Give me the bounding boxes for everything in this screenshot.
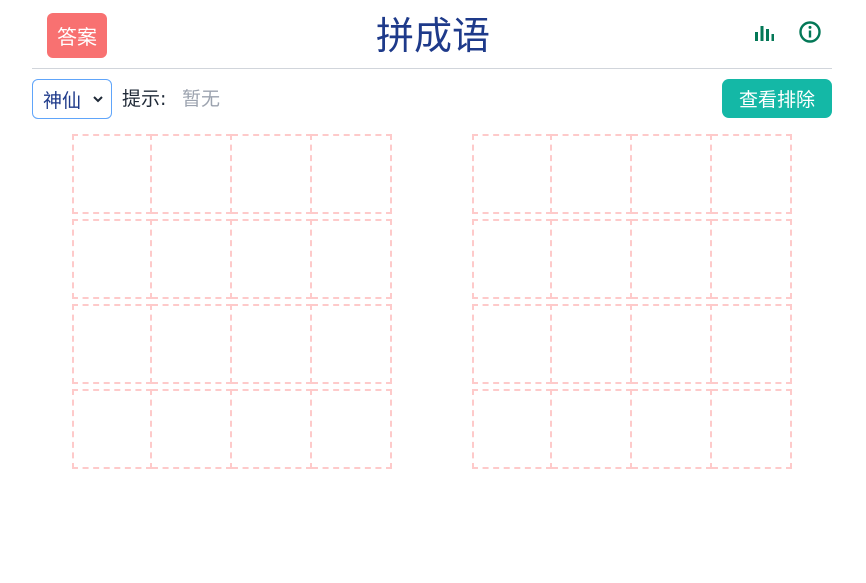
grid-row xyxy=(472,389,792,469)
grid-cell[interactable] xyxy=(552,304,632,384)
grid-cell[interactable] xyxy=(632,134,712,214)
grid-cell[interactable] xyxy=(72,134,152,214)
idiom-grid-left xyxy=(72,134,392,474)
grid-row xyxy=(72,219,392,299)
grid-cell[interactable] xyxy=(472,389,552,469)
grid-cell[interactable] xyxy=(472,304,552,384)
grid-cell[interactable] xyxy=(472,134,552,214)
grid-cell[interactable] xyxy=(712,304,792,384)
hint-value: 暂无 xyxy=(182,88,221,110)
grid-cell[interactable] xyxy=(312,219,392,299)
grid-row xyxy=(472,219,792,299)
grid-cell[interactable] xyxy=(232,389,312,469)
mode-select-value: 神仙 xyxy=(43,89,82,112)
grid-cell[interactable] xyxy=(712,219,792,299)
grid-cell[interactable] xyxy=(152,219,232,299)
grid-row xyxy=(472,134,792,214)
grid-cell[interactable] xyxy=(552,219,632,299)
idiom-grid-right xyxy=(472,134,792,474)
grid-cell[interactable] xyxy=(552,134,632,214)
grid-cell[interactable] xyxy=(712,134,792,214)
grid-cell[interactable] xyxy=(632,219,712,299)
mode-select[interactable]: 神仙 xyxy=(32,79,112,119)
grid-cell[interactable] xyxy=(472,219,552,299)
grid-cell[interactable] xyxy=(232,304,312,384)
grid-cell[interactable] xyxy=(152,134,232,214)
grid-row xyxy=(72,304,392,384)
grid-cell[interactable] xyxy=(632,389,712,469)
grid-cell[interactable] xyxy=(72,389,152,469)
grid-cell[interactable] xyxy=(72,304,152,384)
page-title: 拼成语 xyxy=(375,14,490,58)
grid-cell[interactable] xyxy=(312,389,392,469)
grid-cell[interactable] xyxy=(312,304,392,384)
grid-cell[interactable] xyxy=(152,389,232,469)
view-excluded-button[interactable]: 查看排除 xyxy=(722,79,832,118)
grid-row xyxy=(472,304,792,384)
grid-row xyxy=(72,389,392,469)
stats-icon[interactable] xyxy=(752,20,776,44)
grid-cell[interactable] xyxy=(232,219,312,299)
hint-label: 提示: xyxy=(122,88,167,110)
grid-cell[interactable] xyxy=(72,219,152,299)
grid-cell[interactable] xyxy=(152,304,232,384)
grid-cell[interactable] xyxy=(552,389,632,469)
grid-cell[interactable] xyxy=(312,134,392,214)
grid-cell[interactable] xyxy=(712,389,792,469)
info-icon[interactable] xyxy=(798,20,822,44)
grid-row xyxy=(72,134,392,214)
header-divider xyxy=(32,68,832,69)
grid-cell[interactable] xyxy=(232,134,312,214)
chevron-down-icon xyxy=(93,96,103,103)
grid-cell[interactable] xyxy=(632,304,712,384)
